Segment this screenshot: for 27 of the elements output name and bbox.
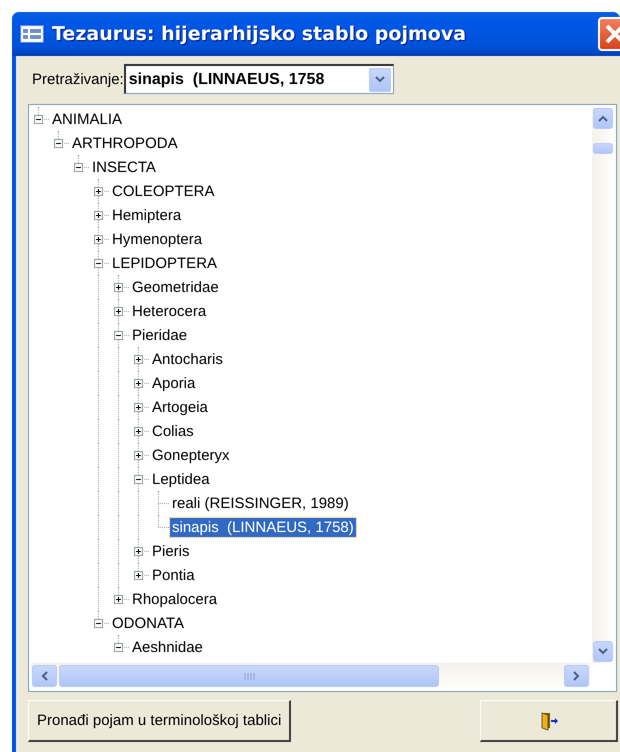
tree-item[interactable]: Artogeia bbox=[150, 398, 210, 416]
tree-item[interactable]: Colias bbox=[150, 422, 196, 440]
tree-item[interactable]: LEPIDOPTERA bbox=[110, 254, 220, 272]
tree-item[interactable]: Rhopalocera bbox=[130, 590, 220, 608]
tree-item[interactable]: Pieridae bbox=[130, 326, 190, 344]
tree-item[interactable]: Hemiptera bbox=[110, 206, 184, 224]
tree-item[interactable]: ARTHROPODA bbox=[70, 134, 180, 152]
tree-item[interactable]: INSECTA bbox=[90, 158, 158, 176]
search-combo[interactable]: sinapis (LINNAEUS, 1758 bbox=[124, 64, 394, 94]
tree-item[interactable]: Heterocera bbox=[130, 302, 208, 320]
tree-item[interactable]: Pieris bbox=[150, 542, 192, 560]
tree-item[interactable]: Antocharis bbox=[150, 350, 225, 368]
tree-item[interactable]: Pontia bbox=[150, 566, 197, 584]
tree-item[interactable]: Hymenoptera bbox=[110, 230, 204, 248]
tree-item[interactable]: Aeshnidae bbox=[130, 638, 205, 656]
tree-item[interactable]: sinapis (LINNAEUS, 1758) bbox=[170, 518, 356, 536]
tree-item[interactable]: reali (REISSINGER, 1989) bbox=[170, 494, 351, 512]
tree-item[interactable]: COLEOPTERA bbox=[110, 182, 217, 200]
tree-item[interactable]: Aporia bbox=[150, 374, 198, 392]
tree-item[interactable]: Leptidea bbox=[150, 470, 212, 488]
tree-item[interactable]: Geometridae bbox=[130, 278, 221, 296]
tree-item[interactable]: ODONATA bbox=[110, 614, 186, 632]
tree-item[interactable]: ANIMALIA bbox=[50, 110, 124, 128]
window-title: Tezaurus: hijerarhijsko stablo pojmova bbox=[52, 23, 466, 45]
find-term-button[interactable]: Pronađi pojam u terminološkoj tablici bbox=[28, 700, 292, 742]
tree-item[interactable]: Gonepteryx bbox=[150, 446, 232, 464]
search-label: Pretraživanje: bbox=[32, 70, 124, 88]
